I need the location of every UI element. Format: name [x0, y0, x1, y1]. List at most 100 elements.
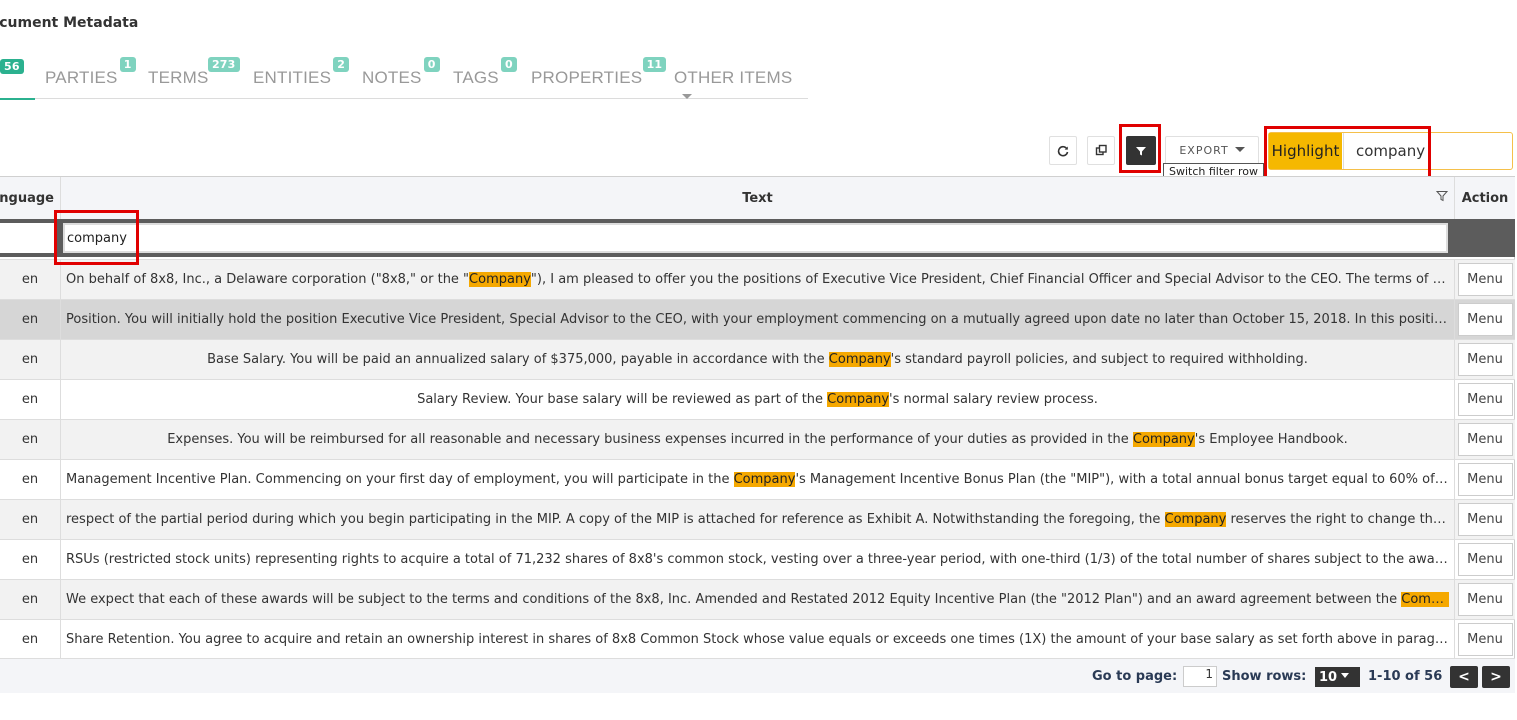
- table-row[interactable]: en We expect that each of these awards wi…: [0, 579, 1515, 619]
- action-cell: Menu: [1455, 300, 1515, 339]
- highlighted-match: Company: [469, 272, 531, 287]
- table-row[interactable]: en Base Salary. You will be paid an annua…: [0, 339, 1515, 379]
- row-menu-button[interactable]: Menu: [1457, 423, 1513, 456]
- rows-value: 10: [1319, 669, 1338, 685]
- tab-badge: 1: [119, 57, 136, 72]
- tab-count-badge[interactable]: 56: [0, 59, 24, 74]
- tab-badge: 2: [333, 57, 350, 72]
- text-content: Expenses. You will be reimbursed for all…: [66, 432, 1449, 447]
- tab-entities[interactable]: ENTITIES 2: [253, 57, 350, 88]
- action-filter-cell: [1455, 219, 1515, 257]
- column-label: Text: [742, 190, 773, 206]
- tab-badge: 11: [642, 57, 667, 72]
- row-menu-button[interactable]: Menu: [1457, 583, 1513, 616]
- table-row[interactable]: en Share Retention. You agree to acquire …: [0, 619, 1515, 659]
- tab-badge: 0: [423, 57, 440, 72]
- table-row[interactable]: en Management Incentive Plan. Commencing …: [0, 459, 1515, 499]
- text-content: On behalf of 8x8, Inc., a Delaware corpo…: [66, 272, 1449, 287]
- language-cell: en: [0, 340, 61, 379]
- data-grid: Language Text Action en On behalf of 8x8,…: [0, 176, 1515, 693]
- text-segment: reserves the right to change the MIP at …: [1230, 512, 1449, 527]
- column-header-text[interactable]: Text: [61, 177, 1455, 219]
- row-menu-button[interactable]: Menu: [1457, 463, 1513, 496]
- tab-label: ENTITIES: [253, 68, 332, 87]
- table-row[interactable]: en Expenses. You will be reimbursed for a…: [0, 419, 1515, 459]
- tab-other-items[interactable]: OTHER ITEMS: [674, 68, 808, 108]
- export-button[interactable]: EXPORT: [1165, 136, 1259, 165]
- column-header-language[interactable]: Language: [0, 177, 61, 219]
- language-cell: en: [0, 620, 61, 659]
- text-filter-input[interactable]: [63, 223, 1448, 253]
- action-cell: Menu: [1455, 260, 1515, 299]
- text-segment: Share Retention. You agree to acquire an…: [66, 632, 1449, 647]
- text-content: RSUs (restricted stock units) representi…: [66, 552, 1449, 567]
- tab-parties[interactable]: PARTIES 1: [45, 57, 136, 88]
- table-row[interactable]: en Position. You will initially hold the …: [0, 299, 1515, 339]
- table-row[interactable]: en respect of the partial period during w…: [0, 499, 1515, 539]
- next-page-button[interactable]: >: [1482, 666, 1510, 688]
- text-cell: Position. You will initially hold the po…: [61, 300, 1455, 339]
- language-cell: en: [0, 460, 61, 499]
- row-menu-button[interactable]: Menu: [1457, 623, 1513, 656]
- action-cell: Menu: [1455, 420, 1515, 459]
- chevron-down-icon: [682, 94, 692, 100]
- language-filter-input[interactable]: [0, 223, 55, 253]
- text-content: respect of the partial period during whi…: [66, 512, 1449, 527]
- text-segment: 's Employee Handbook.: [1194, 432, 1348, 447]
- text-cell: Management Incentive Plan. Commencing on…: [61, 460, 1455, 499]
- text-cell: Base Salary. You will be paid an annuali…: [61, 340, 1455, 379]
- column-filter-icon[interactable]: [1435, 190, 1449, 206]
- column-label: Action: [1461, 190, 1509, 206]
- language-cell: en: [0, 540, 61, 579]
- tab-badge: 0: [500, 57, 517, 72]
- tab-label: OTHER ITEMS: [674, 68, 793, 87]
- row-menu-button[interactable]: Menu: [1457, 303, 1513, 336]
- tab-badge: 273: [207, 57, 240, 72]
- text-cell: Expenses. You will be reimbursed for all…: [61, 420, 1455, 459]
- text-cell: respect of the partial period during whi…: [61, 500, 1455, 539]
- text-content: Position. You will initially hold the po…: [66, 312, 1449, 327]
- show-rows-label: Show rows:: [1222, 669, 1307, 684]
- annotation-box: [54, 210, 139, 265]
- row-menu-button[interactable]: Menu: [1457, 503, 1513, 536]
- export-label: EXPORT: [1179, 144, 1229, 157]
- annotation-box: [1119, 124, 1161, 173]
- action-cell: Menu: [1455, 380, 1515, 419]
- language-cell: en: [0, 500, 61, 539]
- column-header-action: Action: [1455, 177, 1515, 219]
- text-segment: Base Salary. You will be paid an annuali…: [207, 352, 829, 367]
- highlighted-match: Company: [733, 472, 796, 487]
- highlighted-match: Company: [1132, 432, 1195, 447]
- highlighted-match: Company: [828, 352, 891, 367]
- pager: Go to page: 1 Show rows: 10 1-10 of 56 <…: [0, 658, 1515, 693]
- tab-tags[interactable]: TAGS 0: [453, 57, 517, 88]
- page-title: Document Metadata: [0, 15, 139, 31]
- text-content: We expect that each of these awards will…: [66, 592, 1449, 607]
- row-menu-button[interactable]: Menu: [1457, 343, 1513, 376]
- table-row[interactable]: en Salary Review. Your base salary will b…: [0, 379, 1515, 419]
- row-menu-button[interactable]: Menu: [1457, 263, 1513, 296]
- language-cell: en: [0, 420, 61, 459]
- tab-terms[interactable]: TERMS 273: [148, 57, 240, 88]
- action-cell: Menu: [1455, 500, 1515, 539]
- text-segment: 's standard payroll policies, and subjec…: [890, 352, 1308, 367]
- language-cell: en: [0, 260, 61, 299]
- rows-per-page-select[interactable]: 10: [1315, 667, 1360, 687]
- refresh-button[interactable]: [1049, 136, 1077, 165]
- tab-properties[interactable]: PROPERTIES 11: [531, 57, 667, 88]
- action-cell: Menu: [1455, 460, 1515, 499]
- text-segment: "), I am pleased to offer you the positi…: [530, 272, 1449, 287]
- prev-page-button[interactable]: <: [1450, 666, 1478, 688]
- tab-notes[interactable]: NOTES 0: [362, 57, 440, 88]
- text-segment: Expenses. You will be reimbursed for all…: [167, 432, 1133, 447]
- row-menu-button[interactable]: Menu: [1457, 383, 1513, 416]
- table-row[interactable]: en On behalf of 8x8, Inc., a Delaware cor…: [0, 259, 1515, 299]
- table-row[interactable]: en RSUs (restricted stock units) represen…: [0, 539, 1515, 579]
- row-menu-button[interactable]: Menu: [1457, 543, 1513, 576]
- text-content: Base Salary. You will be paid an annuali…: [66, 352, 1449, 367]
- text-segment: We expect that each of these awards will…: [66, 592, 1402, 607]
- text-cell: RSUs (restricted stock units) representi…: [61, 540, 1455, 579]
- text-segment: 's normal salary review process.: [889, 392, 1098, 407]
- page-input[interactable]: 1: [1183, 666, 1217, 687]
- copy-button[interactable]: [1087, 136, 1115, 165]
